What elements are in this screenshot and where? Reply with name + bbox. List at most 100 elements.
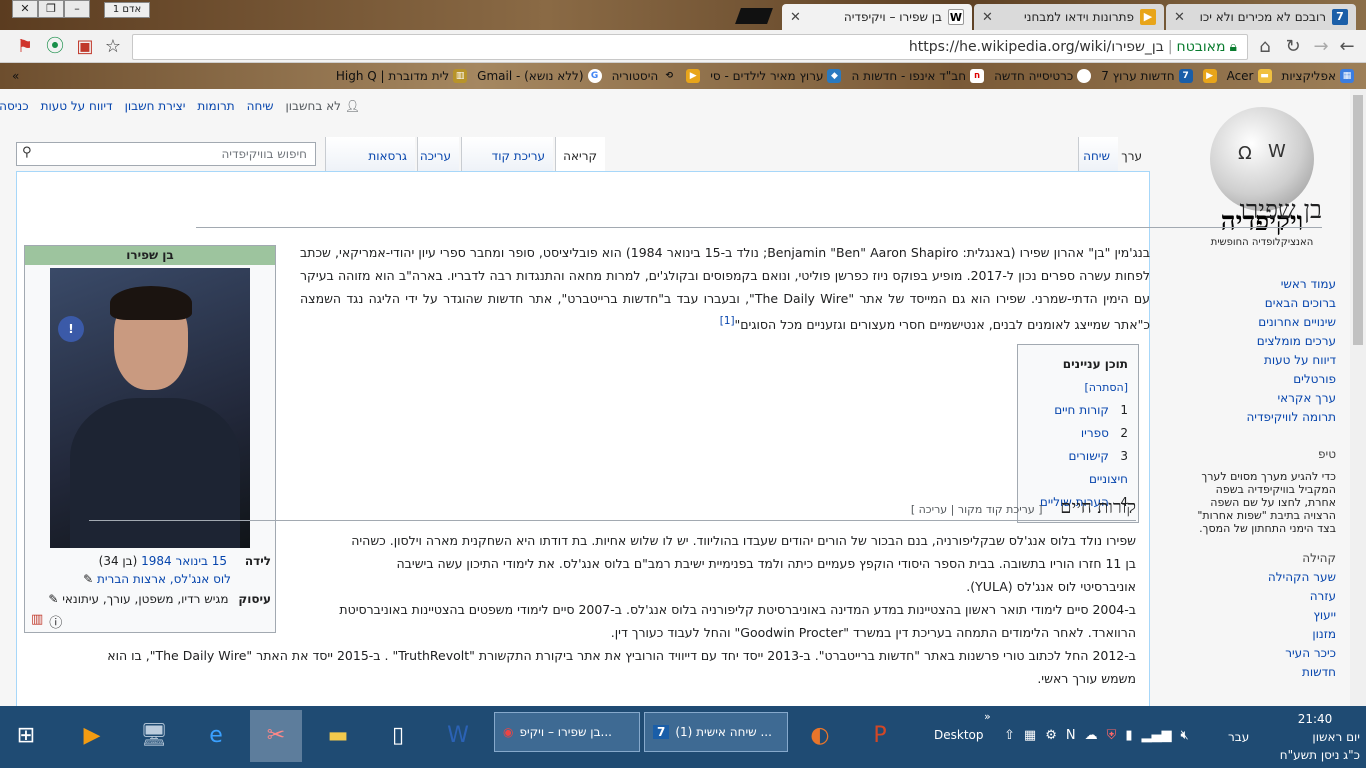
settings-icon[interactable]: ⚙ [1045,728,1057,743]
powerpoint-icon[interactable]: P [854,710,906,762]
tab-video[interactable]: ▶ פתרונות וידאו למבחני ✕ [974,4,1164,30]
talk-link[interactable]: שיחה [247,99,274,113]
media-player-icon[interactable]: ▶ [66,710,118,762]
document-icon[interactable]: ▯ [372,710,424,762]
login-link[interactable]: כניסה לחשבון [0,99,29,113]
bookmark-new-tab[interactable]: כרטיסייה חדשה [994,69,1092,83]
toc-item[interactable]: 2 ספריו [1028,422,1128,445]
extension-icon[interactable]: ⦿ [44,36,66,58]
toc-item[interactable]: 1 קורות חיים [1028,399,1128,422]
create-account-link[interactable]: יצירת חשבון [125,99,186,113]
tab-edit-source[interactable]: עריכת קוד מקור [461,137,553,201]
close-tab-icon[interactable]: ✕ [982,10,993,25]
sidebar-item-pub[interactable]: מזנון [1312,627,1336,641]
word-icon[interactable]: W [432,710,484,762]
start-windows-icon[interactable]: ⊞ [0,710,52,762]
address-bar[interactable]: 🔒︎ מאובטח | https://he.wikipedia.org/wik… [132,34,1248,60]
battery-icon[interactable]: ▮ [1125,728,1132,743]
computer-icon[interactable]: 🖥︎ [128,710,180,762]
signal-icon[interactable]: ▂▄▆ [1142,728,1172,743]
pocket-icon[interactable]: ▣ [74,36,96,58]
tab-arutz7[interactable]: 7 רובכם לא מכירים ולא יכו ✕ [1166,4,1356,30]
section-edit-links[interactable]: [ עריכת קוד מקור | עריכה ] [911,503,1043,516]
sidebar-item-report[interactable]: דיווח על טעות [1264,353,1336,367]
bookmark-highq[interactable]: ▥ לית מדוברת | High Q [336,69,468,83]
toc-hide-link[interactable]: [הסתרה] [1084,381,1128,394]
footnote-ref[interactable]: [1] [720,315,735,327]
portrait-shirt [70,398,240,548]
home-icon[interactable]: ⌂ [1254,36,1276,58]
upload-icon[interactable]: ⇧ [1004,728,1015,743]
profile-badge[interactable]: אדם 1 [104,2,150,18]
clock[interactable]: 21:40 יום ראשון כ"ג ניסן תשע"ח [1270,710,1360,764]
bookmark-history[interactable]: ⟲ היסטוריה [612,69,677,83]
cloud-icon[interactable]: ☁ [1085,728,1098,743]
security-icon[interactable]: ⛨ [1107,728,1117,743]
sidebar-item-random[interactable]: ערך אקראי [1277,391,1336,405]
close-tab-icon[interactable]: ✕ [790,10,801,25]
sidebar-item-advice[interactable]: ייעוץ [1313,608,1336,622]
taskbar-chrome-window[interactable]: ◉ בן שפירו – ויקיפ... [494,712,640,752]
new-tab-button[interactable] [735,8,773,24]
snipping-tool-icon[interactable]: ✂ [250,710,302,762]
wikipedia-favicon-icon: W [948,9,964,25]
bookmark-star-icon[interactable]: ☆ [102,36,124,58]
tab-wikipedia[interactable]: W בן שפירו – ויקיפדיה ✕ [782,4,972,30]
close-tab-icon[interactable]: ✕ [1174,10,1185,25]
network-icon[interactable]: ▦ [1024,728,1036,743]
toc-item[interactable]: 3 קישורים חיצוניים [1028,445,1128,491]
report-error-link[interactable]: דיווח על טעות [41,99,113,113]
barcode-icon[interactable]: ▥ [31,612,43,631]
contributions-link[interactable]: תרומות [197,99,234,113]
search-icon[interactable]: ⚲ [22,145,32,160]
bookmarks-overflow-icon[interactable]: » [12,69,19,83]
language-indicator[interactable]: עבר [1228,730,1249,744]
minimize-window-icon[interactable]: – [64,0,90,18]
onenote-icon[interactable]: N [1066,728,1076,743]
tab-history[interactable]: גרסאות קודמות [325,137,415,201]
file-explorer-icon[interactable]: ▬ [312,710,364,762]
close-window-icon[interactable]: ✕ [12,0,38,18]
search-input[interactable]: חיפוש בוויקיפדיה [16,142,316,166]
bookmark-chabad[interactable]: ח חב"ד אינפו - חדשות ה [851,69,985,83]
bookmark-video[interactable]: ▶ [686,69,701,83]
sidebar-item-donate[interactable]: תרומה לוויקיפדיה [1246,410,1336,424]
back-icon[interactable]: ← [1336,36,1358,58]
sidebar-item-community[interactable]: שער הקהילה [1268,570,1336,584]
sidebar-item-main[interactable]: עמוד ראשי [1281,277,1336,291]
bookmark-acer[interactable]: ▬ Acer [1227,69,1272,83]
bookmark-apps[interactable]: ▦ אפליקציות [1282,69,1354,83]
desktop-toolbar[interactable]: Desktop [934,728,984,742]
tab-edit[interactable]: עריכה [417,137,459,171]
forward-icon[interactable]: → [1310,36,1332,58]
bookmark-arutz7[interactable]: 7 חדשות ערוץ 7 [1101,69,1193,83]
reload-icon[interactable]: ↻ [1282,36,1304,58]
bookmark-meir[interactable]: ◆ ערוץ מאיר לילדים - סי [710,69,842,83]
extension-icon[interactable]: ⚑ [14,36,36,58]
toc-link[interactable]: קורות חיים [1054,403,1109,417]
edit-pencil-icon[interactable]: ✎ [48,592,58,606]
bookmark-icon-only[interactable]: ▶ [1202,69,1217,83]
page-scrollbar[interactable] [1350,89,1366,706]
sidebar-item-welcome[interactable]: ברוכים הבאים [1265,296,1336,310]
sidebar-item-square[interactable]: כיכר העיר [1285,646,1336,660]
tray-overflow-icon[interactable]: » [984,710,991,723]
info-icon[interactable]: ⓘ [49,612,62,631]
sidebar-item-news[interactable]: חדשות [1302,665,1336,679]
taskbar-arutz7-window[interactable]: 7 (1) שיחה אישית ... [644,712,788,752]
tab-article[interactable]: ערך [1120,137,1150,171]
volume-icon[interactable]: 🔇︎ [1181,728,1189,743]
firefox-icon[interactable]: ◐ [794,710,846,762]
scrollbar-thumb[interactable] [1353,95,1363,345]
bookmarks-bar: ▦ אפליקציות ▬ Acer ▶ 7 חדשות ערוץ 7 כרטיסיי… [0,63,1366,89]
tab-read[interactable]: קריאה [555,137,605,171]
sidebar-item-portals[interactable]: פורטלים [1293,372,1336,386]
tab-talk[interactable]: שיחה [1078,137,1118,171]
bookmark-gmail[interactable]: G (ללא נושא) - Gmail [477,69,602,83]
restore-window-icon[interactable]: ❐ [38,0,64,18]
sidebar-item-help[interactable]: עזרה [1310,589,1336,603]
toc-link[interactable]: ספריו [1081,426,1109,440]
internet-explorer-icon[interactable]: e [190,710,242,762]
sidebar-item-recent[interactable]: שינויים אחרונים [1258,315,1336,329]
sidebar-item-featured[interactable]: ערכים מומלצים [1257,334,1336,348]
